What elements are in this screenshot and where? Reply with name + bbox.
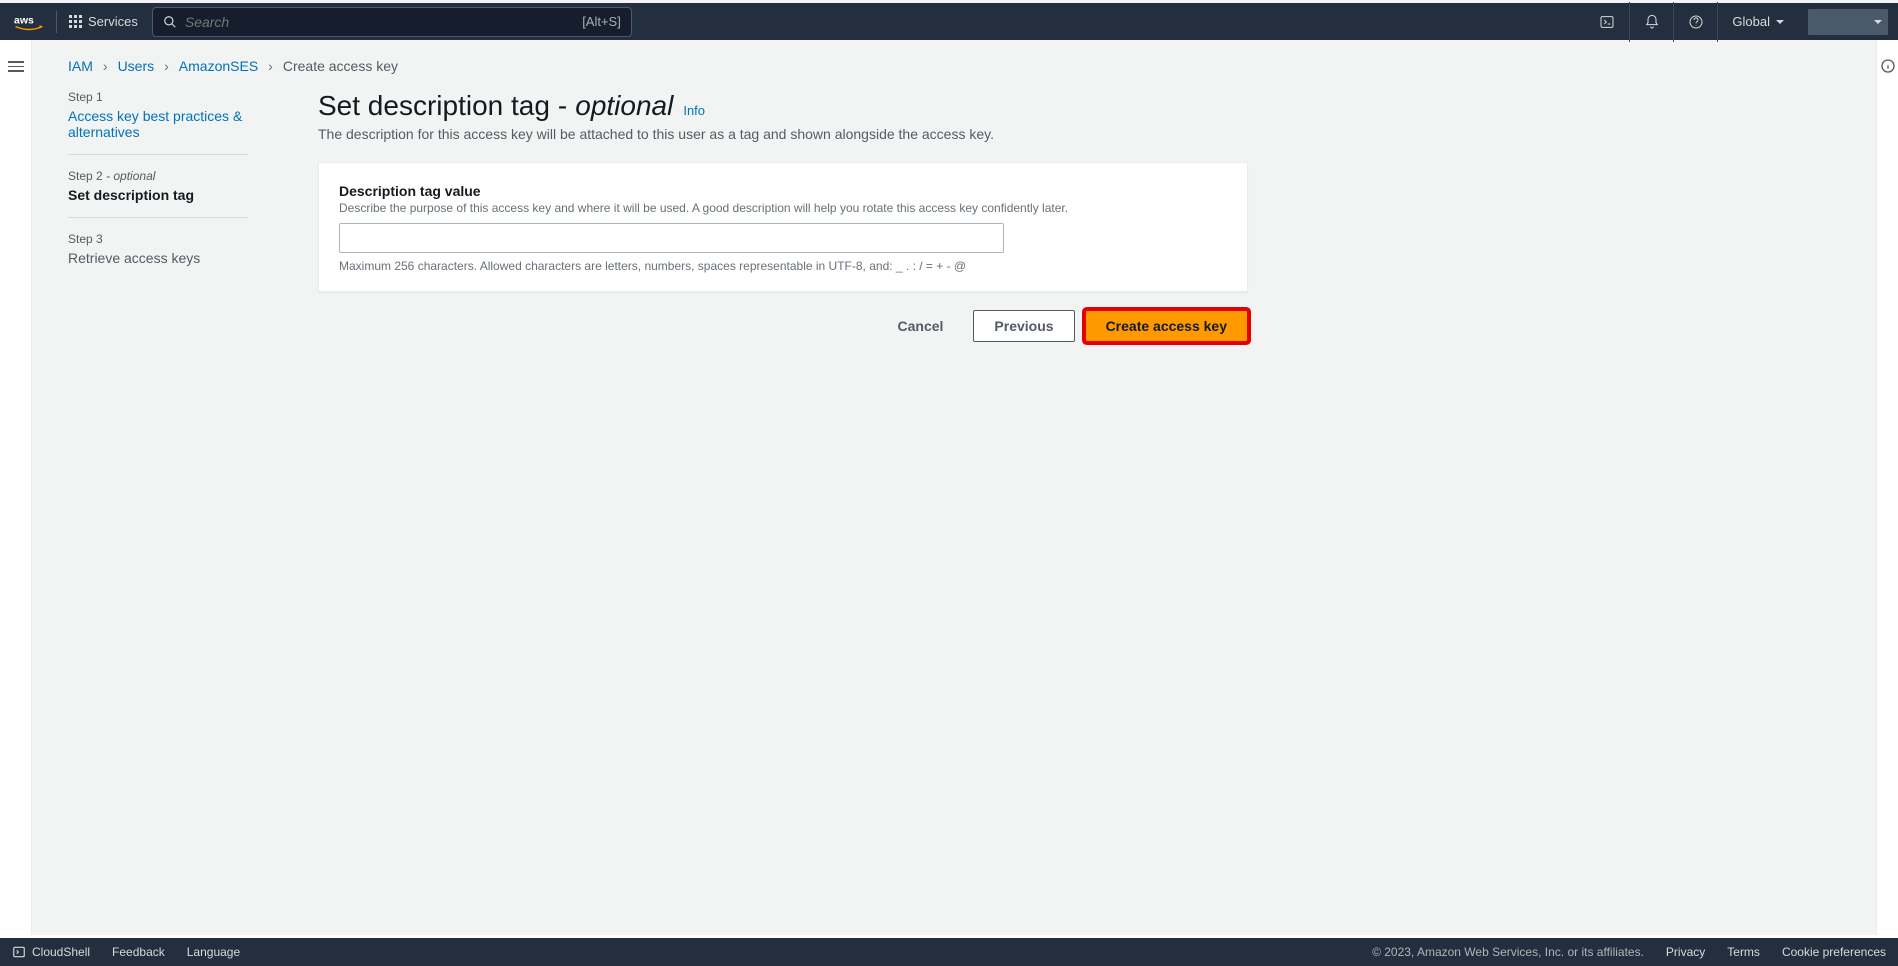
wizard-step-3: Step 3 Retrieve access keys [68, 232, 248, 280]
services-button[interactable]: Services [69, 14, 138, 29]
main-column: Set description tag - optional Info The … [318, 90, 1248, 342]
cloudshell-icon-button[interactable] [1585, 2, 1629, 42]
divider [68, 217, 248, 218]
breadcrumb-current: Create access key [283, 58, 398, 74]
left-rail [0, 40, 32, 935]
help-button[interactable] [1673, 2, 1717, 42]
wizard-step-2: Step 2 - optional Set description tag [68, 169, 248, 217]
nav-divider [56, 11, 57, 33]
top-nav: aws Services [Alt+S] Global [0, 0, 1898, 40]
breadcrumb-users[interactable]: Users [118, 58, 155, 74]
footer: CloudShell Feedback Language © 2023, Ama… [0, 938, 1898, 966]
divider [68, 154, 248, 155]
right-rail [1876, 40, 1898, 935]
cloudshell-icon [12, 945, 26, 959]
step-title: Set description tag [68, 187, 248, 203]
breadcrumb-iam[interactable]: IAM [68, 58, 93, 74]
form-panel: Description tag value Describe the purpo… [318, 162, 1248, 292]
info-icon[interactable] [1880, 58, 1896, 74]
search-icon [163, 15, 177, 29]
info-link[interactable]: Info [683, 103, 705, 118]
breadcrumb: IAM › Users › AmazonSES › Create access … [68, 58, 1248, 74]
services-label: Services [88, 14, 138, 29]
search-box[interactable]: [Alt+S] [152, 7, 632, 37]
notifications-button[interactable] [1629, 2, 1673, 42]
create-access-key-button[interactable]: Create access key [1085, 310, 1248, 342]
field-help: Describe the purpose of this access key … [339, 201, 1227, 215]
footer-right: © 2023, Amazon Web Services, Inc. or its… [1372, 945, 1886, 959]
search-input[interactable] [185, 14, 574, 30]
chevron-right-icon: › [268, 58, 273, 74]
grid-icon [69, 15, 82, 28]
feedback-link[interactable]: Feedback [112, 945, 165, 959]
field-label: Description tag value [339, 183, 1227, 199]
wizard-step-1[interactable]: Step 1 Access key best practices & alter… [68, 90, 248, 154]
step-title[interactable]: Access key best practices & alternatives [68, 108, 248, 140]
step-label: Step 3 [68, 232, 248, 246]
breadcrumb-amazonses[interactable]: AmazonSES [179, 58, 258, 74]
help-icon [1688, 14, 1704, 30]
chevron-right-icon: › [103, 58, 108, 74]
nav-right: Global [1585, 3, 1898, 40]
cookie-preferences-link[interactable]: Cookie preferences [1782, 945, 1886, 959]
wizard-nav: Step 1 Access key best practices & alter… [68, 90, 248, 342]
page-description: The description for this access key will… [318, 126, 1248, 142]
page-title: Set description tag - optional Info [318, 90, 1248, 122]
step-label: Step 1 [68, 90, 248, 104]
search-shortcut: [Alt+S] [582, 14, 621, 29]
description-tag-input[interactable] [339, 223, 1004, 253]
language-link[interactable]: Language [187, 945, 240, 959]
aws-logo[interactable]: aws [14, 13, 44, 31]
hamburger-icon[interactable] [8, 58, 24, 935]
caret-down-icon [1874, 20, 1882, 24]
account-menu[interactable] [1808, 9, 1888, 35]
privacy-link[interactable]: Privacy [1666, 945, 1705, 959]
footer-left: CloudShell Feedback Language [12, 945, 240, 959]
terms-link[interactable]: Terms [1727, 945, 1760, 959]
region-selector[interactable]: Global [1717, 2, 1798, 42]
cancel-button[interactable]: Cancel [878, 310, 964, 342]
region-label: Global [1732, 14, 1770, 29]
previous-button[interactable]: Previous [973, 310, 1074, 342]
content-area: IAM › Users › AmazonSES › Create access … [32, 40, 1876, 935]
chevron-right-icon: › [164, 58, 169, 74]
step-title: Retrieve access keys [68, 250, 248, 266]
field-constraint: Maximum 256 characters. Allowed characte… [339, 259, 1227, 273]
page-body: IAM › Users › AmazonSES › Create access … [0, 40, 1898, 935]
form-actions: Cancel Previous Create access key [318, 310, 1248, 342]
step-label: Step 2 - optional [68, 169, 248, 183]
cloudshell-link[interactable]: CloudShell [12, 945, 90, 959]
copyright: © 2023, Amazon Web Services, Inc. or its… [1372, 945, 1644, 959]
caret-down-icon [1776, 20, 1784, 24]
bell-icon [1644, 14, 1660, 30]
svg-text:aws: aws [14, 14, 34, 26]
